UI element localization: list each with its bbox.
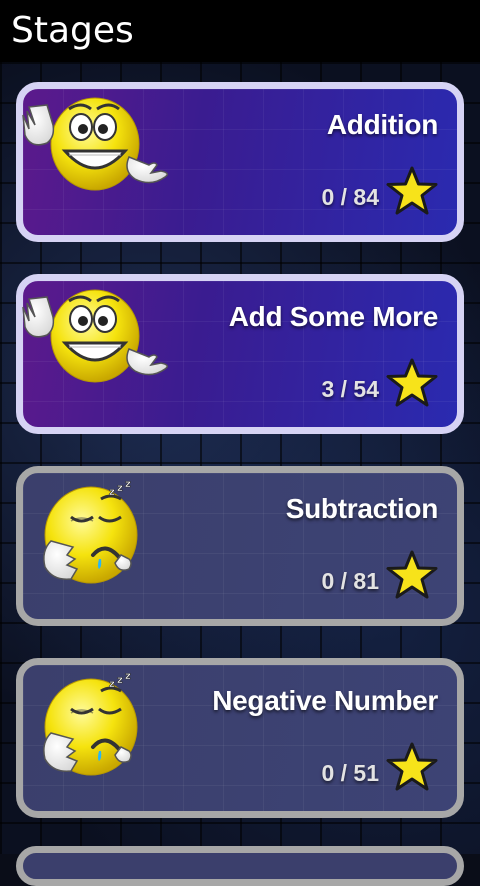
- svg-text:z: z: [117, 675, 123, 686]
- star-icon: [386, 358, 438, 407]
- stage-card-addition[interactable]: Addition 0 / 84: [16, 82, 464, 242]
- svg-text:z: z: [117, 483, 123, 494]
- sleepy-emoji-icon: z z z: [43, 671, 138, 776]
- stage-progress: 0 / 84: [321, 184, 379, 210]
- stage-title: Negative Number: [212, 685, 438, 716]
- stage-title: Subtraction: [285, 493, 439, 524]
- stage-card-add-some-more[interactable]: Add Some More 3 / 54: [16, 274, 464, 434]
- star-icon: [386, 166, 438, 215]
- happy-waving-emoji-icon: [22, 289, 168, 383]
- star-icon: [386, 550, 438, 599]
- svg-text:z: z: [125, 479, 131, 490]
- stage-card-partial[interactable]: [16, 846, 464, 886]
- stage-card-negative-number[interactable]: z z z Negative Number 0 / 51: [16, 658, 464, 818]
- stage-progress: 0 / 81: [321, 568, 379, 594]
- page-title: Stages: [11, 10, 134, 51]
- stage-title: Add Some More: [228, 301, 439, 332]
- svg-text:z: z: [109, 487, 115, 498]
- sleepy-emoji-icon: z z z: [43, 479, 138, 584]
- svg-text:z: z: [125, 671, 131, 682]
- stage-card-subtraction[interactable]: z z z Subtraction 0 / 81: [16, 466, 464, 626]
- stage-title: Addition: [326, 109, 438, 140]
- stage-progress: 0 / 51: [321, 760, 379, 786]
- happy-waving-emoji-icon: [22, 97, 168, 191]
- svg-text:z: z: [109, 679, 115, 690]
- star-icon: [386, 742, 438, 791]
- stage-progress: 3 / 54: [321, 376, 379, 402]
- app-bar: Stages: [0, 0, 480, 62]
